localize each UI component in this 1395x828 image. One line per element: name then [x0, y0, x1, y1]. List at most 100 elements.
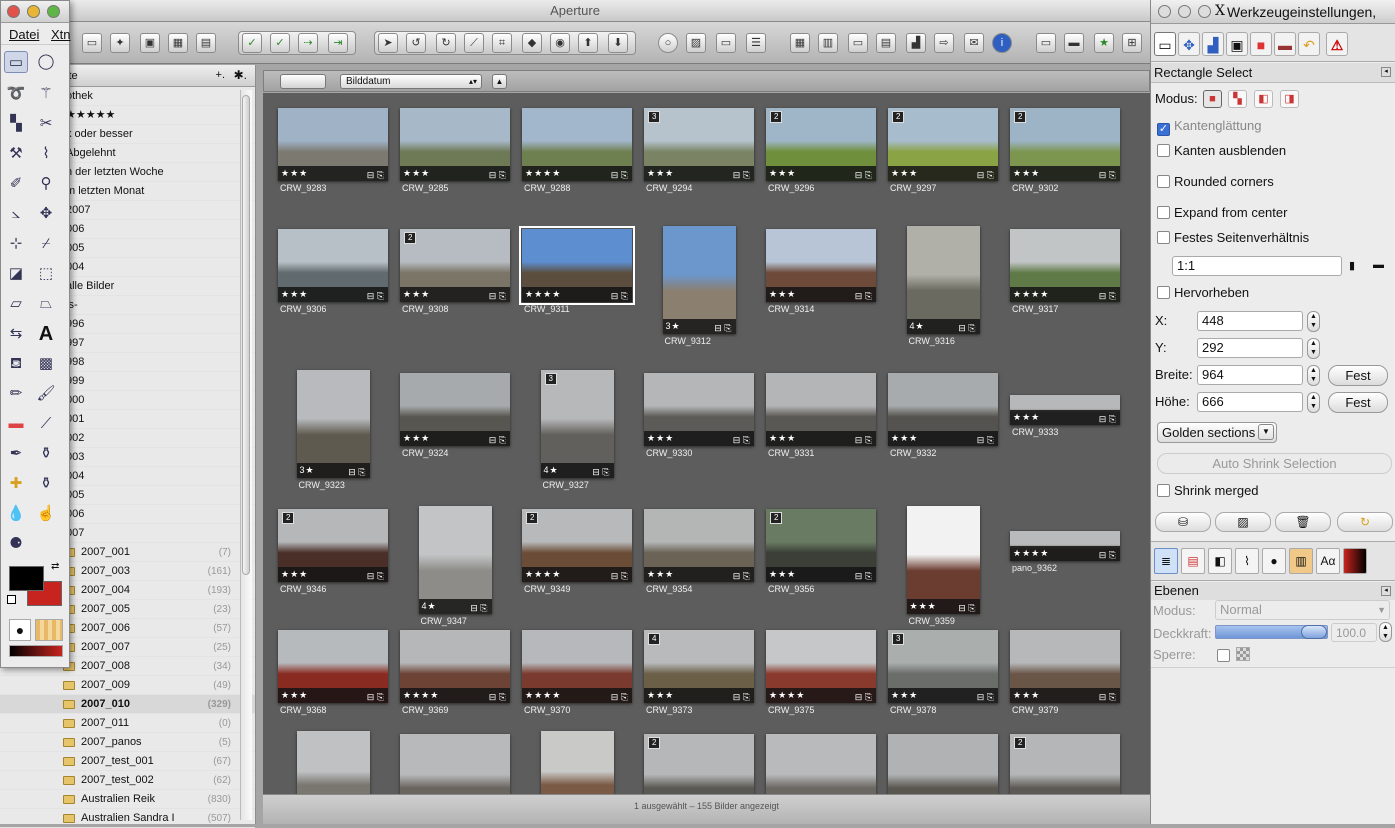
unstack-icon[interactable]: ✓: [270, 33, 290, 53]
image-thumbnail[interactable]: 2 ★★★ ⊟ ⎘: [888, 108, 998, 181]
view-split-icon[interactable]: ▥: [818, 33, 838, 53]
stack-icon[interactable]: ✓: [242, 33, 262, 53]
stack-count-badge[interactable]: 2: [1014, 111, 1027, 123]
image-thumbnail[interactable]: [888, 734, 998, 794]
reset-colors-icon[interactable]: [7, 595, 16, 604]
antialias-option[interactable]: ✓ Kantenglättung: [1157, 118, 1261, 136]
stack-count-badge[interactable]: 3: [648, 111, 661, 123]
heal-icon[interactable]: ✚: [4, 473, 28, 495]
sidebar-gear-icon[interactable]: ✱.: [234, 68, 247, 82]
gradient-preview[interactable]: [9, 645, 63, 657]
mode-intersect-icon[interactable]: ◨: [1280, 90, 1299, 108]
tab-tool-options[interactable]: ▭: [1154, 32, 1176, 56]
bucket-fill-icon[interactable]: ⛾: [4, 353, 28, 375]
image-thumbnail[interactable]: 2: [1010, 734, 1120, 794]
shrink-merged-option[interactable]: Shrink merged: [1157, 483, 1259, 498]
blend-icon[interactable]: ▩: [34, 353, 58, 375]
image-thumbnail[interactable]: [766, 734, 876, 794]
stack-count-badge[interactable]: 3: [544, 373, 557, 385]
straighten-icon[interactable]: ⟋: [464, 33, 484, 53]
info-icon[interactable]: i: [992, 33, 1012, 53]
rotate-right-icon[interactable]: ↻: [436, 33, 456, 53]
image-thumbnail[interactable]: 4★ ⊟ ⎘: [906, 226, 980, 334]
image-thumbnail[interactable]: ★★★★ ⊟ ⎘: [1010, 229, 1120, 302]
image-thumbnail[interactable]: ★★★ ⊟ ⎘: [278, 630, 388, 703]
width-field[interactable]: 964: [1197, 365, 1303, 385]
image-thumbnail[interactable]: 2 ★★★ ⊟ ⎘: [278, 509, 388, 582]
tab-fonts-icon[interactable]: Aα: [1316, 548, 1340, 574]
stack-count-badge[interactable]: 2: [648, 737, 661, 749]
height-fixed-button[interactable]: Fest: [1328, 392, 1388, 413]
tab-move-icon[interactable]: ✥: [1178, 32, 1200, 56]
image-thumbnail[interactable]: 3★ ⊟ ⎘: [662, 226, 736, 334]
foreground-color-swatch[interactable]: [9, 566, 44, 591]
opacity-field[interactable]: 100.0: [1331, 623, 1377, 642]
mode-replace-icon[interactable]: ■: [1203, 90, 1222, 108]
filmstrip-icon[interactable]: ▬: [1064, 33, 1084, 53]
mode-add-icon[interactable]: ▚: [1228, 90, 1247, 108]
y-field[interactable]: 292: [1197, 338, 1303, 358]
tab-menu-icon[interactable]: ◂: [1381, 67, 1391, 77]
minimize-icon[interactable]: [27, 5, 40, 18]
width-fixed-button[interactable]: Fest: [1328, 365, 1388, 386]
flip-icon[interactable]: ⇆: [4, 323, 28, 345]
lock-alpha-checkbox[interactable]: [1217, 649, 1230, 662]
perspective-clone-icon[interactable]: ⚱: [34, 473, 58, 495]
image-thumbnail[interactable]: 3 ★★★ ⊟ ⎘: [644, 108, 754, 181]
auto-shrink-button[interactable]: Auto Shrink Selection: [1157, 453, 1392, 474]
ratio-field[interactable]: 1:1: [1172, 256, 1342, 276]
stack-count-badge[interactable]: 2: [892, 111, 905, 123]
tab-channels-icon[interactable]: ▤: [1181, 548, 1205, 574]
project-item[interactable]: 2007_010 (329): [0, 695, 255, 714]
image-thumbnail[interactable]: 3 4★ ⊟ ⎘: [540, 370, 614, 478]
tab-brushes-icon[interactable]: ●: [1262, 548, 1286, 574]
shear-icon[interactable]: ▱: [4, 293, 28, 315]
align-icon[interactable]: ⊹: [4, 233, 28, 255]
project-item[interactable]: Australien Sandra I (507): [0, 809, 255, 828]
project-item[interactable]: 2007_panos (5): [0, 733, 255, 752]
demote-icon[interactable]: ⇥: [328, 33, 348, 53]
highlight-option[interactable]: Hervorheben: [1157, 285, 1249, 300]
tab-errors-icon[interactable]: ⚠: [1326, 32, 1348, 56]
stack-count-badge[interactable]: 2: [404, 232, 417, 244]
airbrush-icon[interactable]: ⟋: [34, 413, 58, 435]
stack-count-badge[interactable]: 2: [1014, 737, 1027, 749]
image-thumbnail[interactable]: ★★★ ⊟ ⎘: [906, 506, 980, 614]
image-thumbnail[interactable]: ★★★★ ⊟ ⎘: [522, 630, 632, 703]
image-thumbnail[interactable]: ★★★ ⊟ ⎘: [400, 373, 510, 446]
folder-icon[interactable]: ▭: [716, 33, 736, 53]
color-picker-icon[interactable]: ✐: [4, 173, 28, 195]
image-thumbnail[interactable]: 2 ★★★★ ⊟ ⎘: [522, 509, 632, 582]
new-album-icon[interactable]: ✦: [110, 33, 130, 53]
histogram-icon[interactable]: ▟: [906, 33, 926, 53]
image-thumbnail[interactable]: 2 ★★★ ⊟ ⎘: [766, 108, 876, 181]
tab-undo-icon[interactable]: ↶: [1298, 32, 1320, 56]
dodge-burn-icon[interactable]: ⚈: [4, 533, 28, 555]
stack-count-badge[interactable]: 2: [770, 111, 783, 123]
sidebar-scroll-thumb[interactable]: [242, 95, 250, 575]
save-options-icon[interactable]: ⛁: [1155, 512, 1211, 532]
select-by-color-icon[interactable]: ▚: [4, 113, 28, 135]
sort-select[interactable]: Bilddatum ▴▾: [340, 74, 482, 89]
tab-navigation-icon[interactable]: ▬: [1274, 32, 1296, 56]
image-thumbnail[interactable]: ★★★ ⊟ ⎘: [888, 373, 998, 446]
height-field[interactable]: 666: [1197, 392, 1303, 412]
image-viewer-icon[interactable]: ▨: [686, 33, 706, 53]
restore-options-icon[interactable]: ▨: [1215, 512, 1271, 532]
lasso-icon[interactable]: ➰: [4, 83, 28, 105]
stack-count-badge[interactable]: 2: [526, 512, 539, 524]
pattern-preview[interactable]: [35, 619, 63, 641]
view-viewer-icon[interactable]: ▭: [848, 33, 868, 53]
tab-menu-icon[interactable]: ◂: [1381, 586, 1391, 596]
crop-icon[interactable]: ⌗: [492, 33, 512, 53]
image-thumbnail[interactable]: 2 ★★★ ⊟ ⎘: [400, 229, 510, 302]
x-spin[interactable]: ▲ ▼: [1307, 311, 1320, 332]
image-thumbnail[interactable]: 2 ★★★ ⊟ ⎘: [1010, 108, 1120, 181]
reset-options-icon[interactable]: ↻: [1337, 512, 1393, 532]
new-lighttable-icon[interactable]: ▦: [168, 33, 188, 53]
image-thumbnail[interactable]: ★★★ ⊟ ⎘: [644, 373, 754, 446]
project-item[interactable]: 2007_011 (0): [0, 714, 255, 733]
stack-count-badge[interactable]: 3: [892, 633, 905, 645]
zoom-icon[interactable]: [1198, 5, 1211, 18]
blur-icon[interactable]: 💧: [4, 503, 28, 525]
